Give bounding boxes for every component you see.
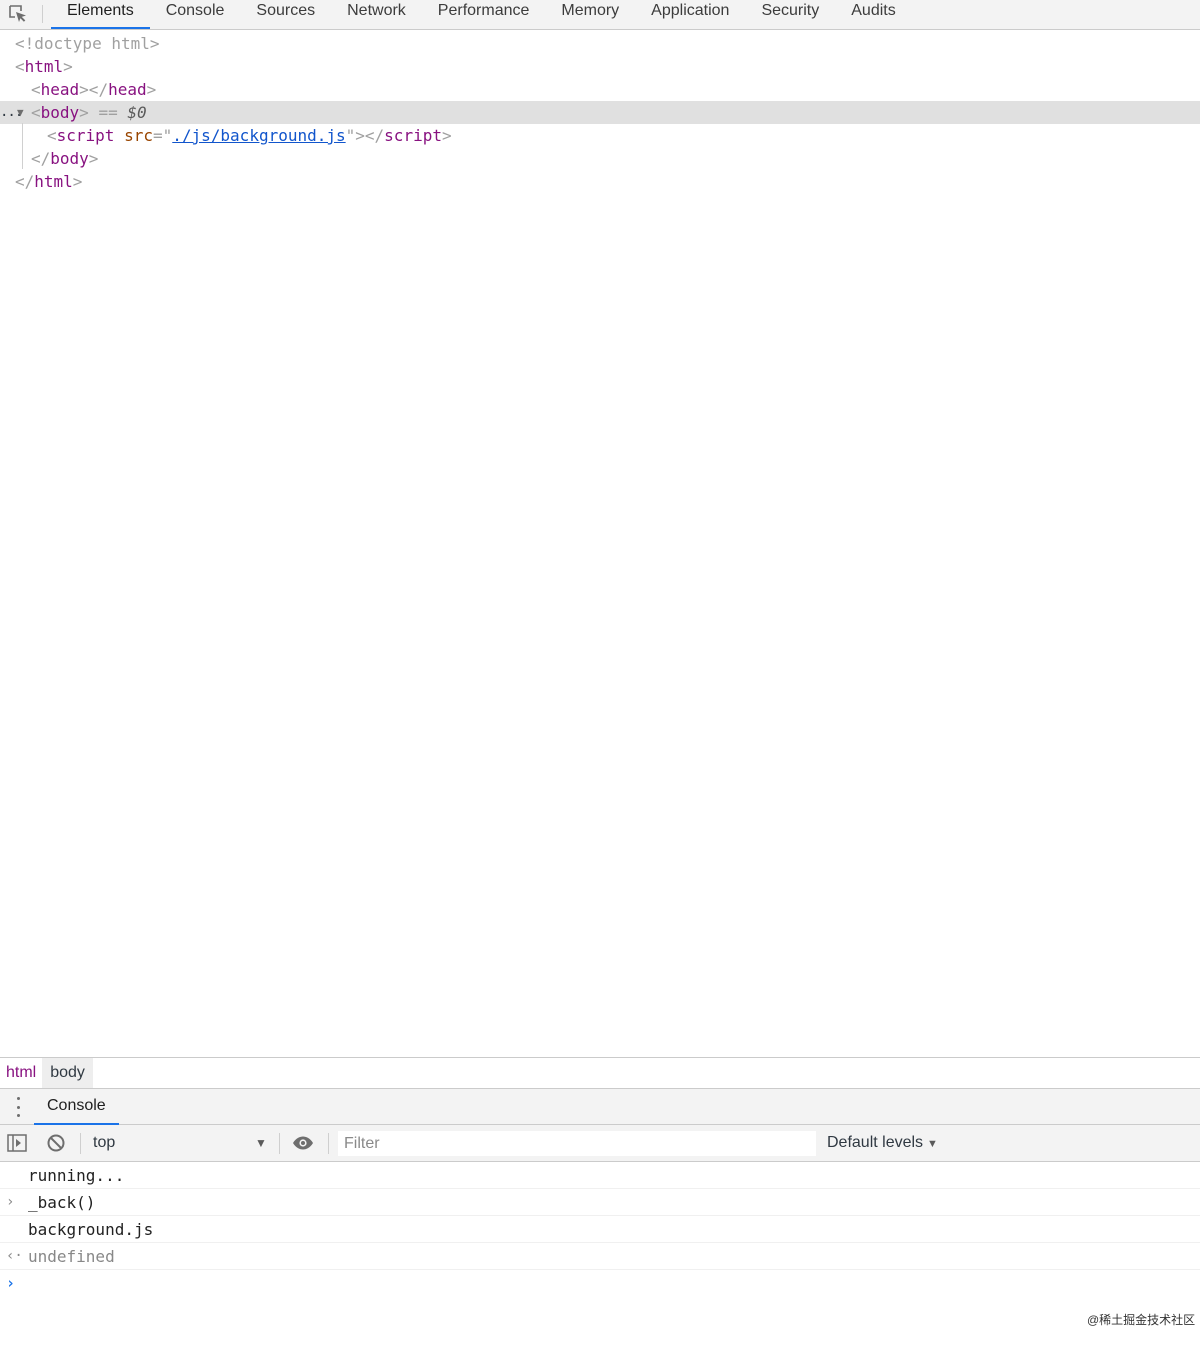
context-dropdown-arrow-icon[interactable]: ▼ — [255, 1134, 267, 1152]
console-filter-input[interactable] — [338, 1131, 816, 1156]
prompt-chevron-icon: › — [6, 1274, 16, 1292]
tab-security[interactable]: Security — [745, 0, 835, 29]
toolbar-divider — [279, 1133, 280, 1154]
context-selector[interactable]: top — [93, 1133, 115, 1153]
input-chevron-icon: › — [6, 1194, 15, 1210]
dom-node-html[interactable]: <html> — [0, 55, 1200, 78]
drawer-header: Console — [0, 1088, 1200, 1125]
dom-node-head[interactable]: <head></head> — [0, 78, 1200, 101]
dom-tree: <!doctype html> <html> <head></head> ...… — [0, 32, 1200, 193]
breadcrumb-body[interactable]: body — [42, 1058, 93, 1088]
dom-node-body-selected[interactable]: ... ▼ <body> == $0 — [0, 101, 1200, 124]
tab-performance[interactable]: Performance — [422, 0, 546, 29]
script-tag-name: script — [56, 126, 115, 145]
toolbar-divider — [80, 1133, 81, 1154]
dom-node-html-close[interactable]: </html> — [0, 170, 1200, 193]
html-close-tag-name: html — [34, 172, 73, 191]
head-tag-name: head — [40, 80, 80, 99]
tab-memory[interactable]: Memory — [545, 0, 635, 29]
console-message-text: running... — [28, 1166, 125, 1185]
breadcrumb-html[interactable]: html — [0, 1058, 42, 1088]
console-toolbar: top ▼ Default levels▼ — [0, 1125, 1200, 1162]
script-close-tag-name: script — [384, 126, 442, 145]
body-close-tag-name: body — [50, 149, 89, 168]
tab-sources[interactable]: Sources — [240, 0, 331, 29]
console-log-message: running... — [0, 1162, 1200, 1189]
levels-dropdown-arrow-icon: ▼ — [927, 1138, 938, 1150]
tab-audits[interactable]: Audits — [835, 0, 911, 29]
toolbar-divider — [42, 5, 43, 23]
default-levels-label: Default levels — [827, 1134, 924, 1151]
tab-network[interactable]: Network — [331, 0, 422, 29]
clear-console-icon[interactable] — [45, 1133, 67, 1153]
live-expression-eye-icon[interactable] — [292, 1133, 314, 1153]
inspect-element-icon[interactable] — [6, 3, 30, 25]
result-arrow-icon: ‹· — [6, 1248, 23, 1264]
devtools-tabbar: Elements Console Sources Network Perform… — [0, 0, 1200, 30]
dom-node-body-close[interactable]: </body> — [0, 147, 1200, 170]
expand-triangle-icon[interactable]: ▼ — [17, 101, 24, 124]
toolbar-divider — [328, 1133, 329, 1154]
dom-node-doctype[interactable]: <!doctype html> — [0, 32, 1200, 55]
kebab-menu-icon[interactable] — [11, 1097, 25, 1117]
tree-indent-guide — [22, 123, 23, 169]
tab-application[interactable]: Application — [635, 0, 745, 29]
console-result-message: ‹· undefined — [0, 1243, 1200, 1270]
selected-var: $0 — [127, 103, 147, 122]
script-src-link[interactable]: ./js/background.js — [172, 126, 345, 145]
console-prompt[interactable]: › — [0, 1270, 1200, 1296]
console-message-text: _back() — [28, 1193, 96, 1212]
breadcrumb: html body — [0, 1057, 1200, 1088]
console-message-text: undefined — [28, 1247, 115, 1266]
drawer-tab-console[interactable]: Console — [34, 1089, 119, 1125]
script-attr-name: src — [124, 126, 153, 145]
console-log-message: background.js — [0, 1216, 1200, 1243]
doctype-text: <!doctype html> — [15, 34, 160, 53]
panel-tabs: Elements Console Sources Network Perform… — [51, 0, 912, 30]
selected-marker: == — [98, 103, 118, 122]
tab-console[interactable]: Console — [150, 0, 241, 29]
dom-node-script[interactable]: <script src="./js/background.js"></scrip… — [0, 124, 1200, 147]
html-tag-name: html — [24, 57, 64, 76]
console-input-message: › _back() — [0, 1189, 1200, 1216]
console-message-text: background.js — [28, 1220, 154, 1239]
body-tag-name: body — [40, 103, 80, 122]
tab-elements[interactable]: Elements — [51, 0, 150, 29]
show-sidebar-icon[interactable] — [6, 1133, 28, 1153]
watermark: @稀土掘金技术社区 — [1087, 1313, 1196, 1327]
head-close-tag-name: head — [108, 80, 147, 99]
default-levels-dropdown[interactable]: Default levels ▼ — [827, 1133, 938, 1154]
console-messages: running... › _back() background.js ‹· un… — [0, 1162, 1200, 1296]
